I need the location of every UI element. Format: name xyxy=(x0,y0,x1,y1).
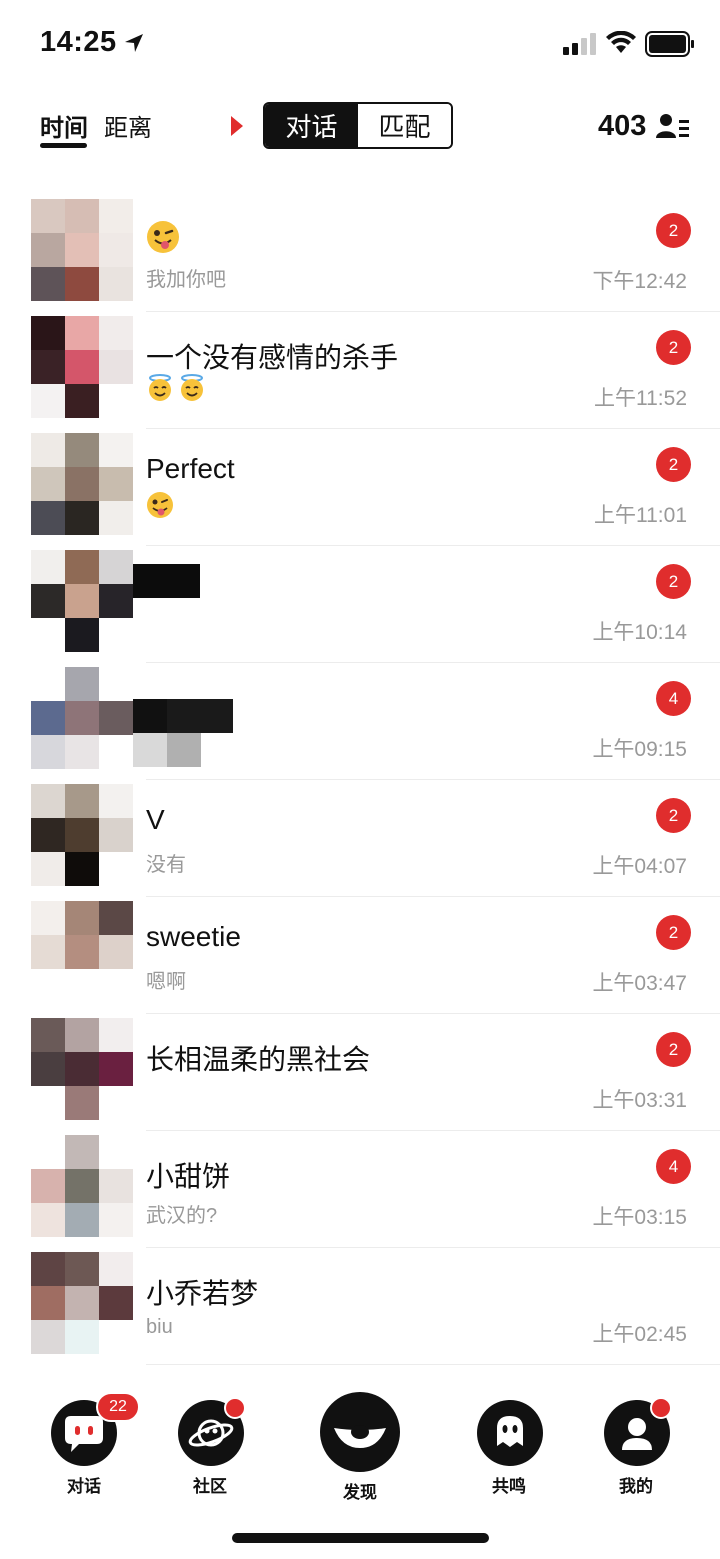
conversation-time: 下午12:42 xyxy=(592,270,687,293)
location-arrow-icon xyxy=(125,34,143,52)
unread-badge: 2 xyxy=(656,213,691,248)
avatar xyxy=(31,199,133,301)
conversation-row[interactable]: 2 上午10:14 xyxy=(0,546,720,663)
conversation-message: biu xyxy=(146,1316,173,1338)
conversation-time: 上午03:15 xyxy=(592,1206,687,1229)
conversation-row[interactable]: 长相温柔的黑社会 2 上午03:31 xyxy=(0,1014,720,1131)
segment-chat[interactable]: 对话 xyxy=(265,104,358,147)
unread-badge: 2 xyxy=(656,798,691,833)
conversation-message: 我加你吧 xyxy=(146,269,226,291)
conversation-message: 嗯啊 xyxy=(146,971,186,993)
mode-segmented-control: 对话 匹配 xyxy=(263,102,453,149)
conversation-name: 小甜饼 xyxy=(146,1161,231,1192)
conversation-time: 上午02:45 xyxy=(592,1323,687,1346)
conversation-row[interactable]: Perfect 2 上午11:01 xyxy=(0,429,720,546)
conversation-name xyxy=(146,219,184,254)
segment-match[interactable]: 匹配 xyxy=(358,104,451,147)
unread-badge: 4 xyxy=(656,681,691,716)
avatar xyxy=(31,784,133,886)
halo-emoji-icon xyxy=(181,374,203,401)
wink-tongue-emoji-icon xyxy=(147,492,173,518)
ghost-icon xyxy=(477,1400,543,1466)
conversation-time: 上午04:07 xyxy=(592,855,687,878)
conversation-message: 武汉的? xyxy=(146,1205,218,1227)
sort-tab-indicator xyxy=(40,143,87,148)
avatar xyxy=(31,1252,133,1354)
avatar xyxy=(31,1018,133,1120)
halo-emoji-icon xyxy=(149,374,171,401)
conversation-message: 没有 xyxy=(146,854,186,876)
conversation-row[interactable]: 一个没有感情的杀手 2 上午11:52 xyxy=(0,312,720,429)
conversation-row[interactable]: 我加你吧 2 下午12:42 xyxy=(0,195,720,312)
unread-badge: 2 xyxy=(656,564,691,599)
conversation-row[interactable]: 4 上午09:15 xyxy=(0,663,720,780)
eye-icon xyxy=(320,1392,400,1472)
tab-label: 共鸣 xyxy=(492,1477,526,1496)
conversation-row[interactable]: 小乔若梦 biu 上午02:45 xyxy=(0,1248,720,1365)
avatar xyxy=(31,316,133,418)
avatar xyxy=(31,550,133,652)
battery-icon xyxy=(645,31,694,57)
status-time: 14:25 xyxy=(40,26,117,58)
conversation-time: 上午11:01 xyxy=(594,504,687,527)
unread-badge: 2 xyxy=(656,915,691,950)
conversation-time: 上午10:14 xyxy=(592,621,687,644)
community-notification-dot xyxy=(224,1397,246,1419)
conversation-time: 上午09:15 xyxy=(592,738,687,761)
tab-label: 我的 xyxy=(619,1477,653,1496)
profile-notification-dot xyxy=(650,1397,672,1419)
conversation-message xyxy=(146,374,210,402)
conversation-time: 上午11:52 xyxy=(594,387,687,410)
conversation-name: 一个没有感情的杀手 xyxy=(146,342,399,373)
avatar xyxy=(31,433,133,535)
contact-count: 403 xyxy=(598,110,647,142)
sort-tab-distance[interactable]: 距离 xyxy=(104,108,152,143)
unread-badge: 2 xyxy=(656,1032,691,1067)
signal-icon xyxy=(563,33,596,55)
censor-mosaic xyxy=(133,699,233,733)
wifi-icon xyxy=(606,31,636,53)
conversation-row[interactable]: 小甜饼 武汉的? 4 上午03:15 xyxy=(0,1131,720,1248)
tab-label: 发现 xyxy=(343,1483,377,1502)
conversation-name: sweetie xyxy=(146,921,241,952)
avatar xyxy=(31,667,133,769)
conversation-name: V xyxy=(146,804,165,835)
avatar xyxy=(31,901,133,1003)
conversation-time: 上午03:31 xyxy=(592,1089,687,1112)
conversation-name: Perfect xyxy=(146,453,235,484)
chat-unread-badge: 22 xyxy=(96,1392,140,1422)
unread-badge: 4 xyxy=(656,1149,691,1184)
conversation-message xyxy=(146,491,178,519)
unread-badge: 2 xyxy=(656,330,691,365)
conversation-row[interactable]: V 没有 2 上午04:07 xyxy=(0,780,720,897)
conversation-name: 长相温柔的黑社会 xyxy=(146,1044,371,1075)
censor-mosaic xyxy=(133,564,200,598)
home-indicator[interactable] xyxy=(232,1533,489,1543)
wink-tongue-emoji-icon xyxy=(147,220,179,253)
tab-label: 对话 xyxy=(67,1477,101,1496)
conversation-name: 小乔若梦 xyxy=(146,1278,259,1309)
play-triangle-icon[interactable] xyxy=(231,116,243,136)
conversation-row[interactable]: sweetie 嗯啊 2 上午03:47 xyxy=(0,897,720,1014)
unread-badge: 2 xyxy=(656,447,691,482)
tab-label: 社区 xyxy=(193,1477,227,1496)
avatar xyxy=(31,1135,133,1237)
censor-mosaic xyxy=(133,733,201,767)
row-divider xyxy=(146,1364,720,1365)
conversation-time: 上午03:47 xyxy=(592,972,687,995)
sort-tab-time[interactable]: 时间 xyxy=(40,108,88,143)
contacts-list-icon[interactable] xyxy=(656,112,690,142)
